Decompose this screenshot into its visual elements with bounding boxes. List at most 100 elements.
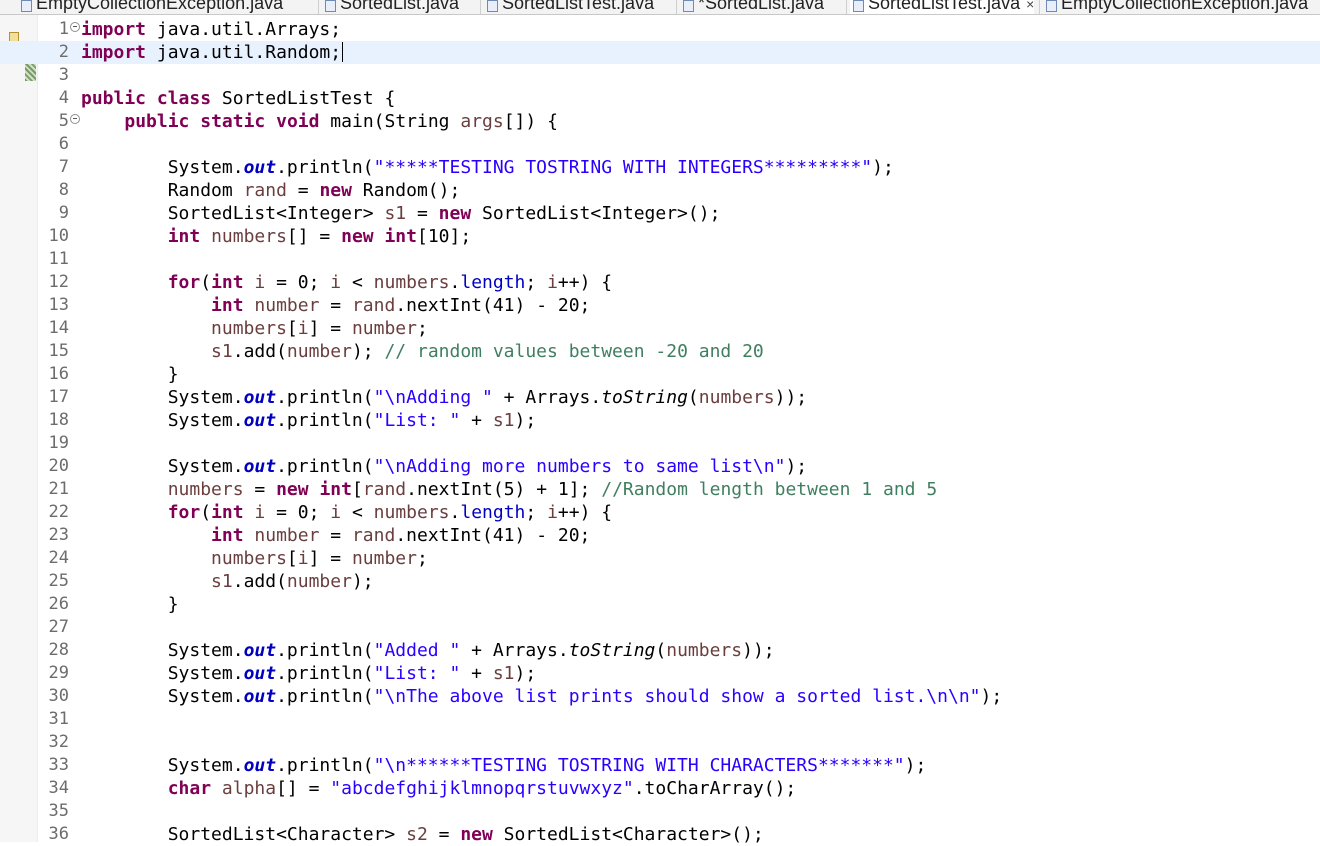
code-token: = <box>286 180 320 201</box>
code-line[interactable]: 1 import java.util.Arrays; <box>0 18 1320 41</box>
tab-emptycollectionexception-java[interactable]: EmptyCollectionException.java <box>18 0 283 14</box>
java-file-icon <box>487 0 498 12</box>
code-line[interactable]: 20 System.out.println("\nAdding more num… <box>0 455 1320 478</box>
editor-tab-bar: EmptyCollectionException.java SortedList.… <box>0 0 1320 15</box>
code-line[interactable]: 27 <box>0 616 1320 639</box>
code-line[interactable]: 24 numbers[i] = number; <box>0 547 1320 570</box>
code-line[interactable]: 18 System.out.println("List: " + s1); <box>0 409 1320 432</box>
code-token: ( <box>200 272 212 293</box>
code-text: numbers = new int[rand.nextInt(5) + 1]; … <box>81 478 937 501</box>
code-token: number <box>351 318 417 339</box>
tab-sortedlisttest-java[interactable]: SortedListTest.java <box>484 0 654 14</box>
tab-sortedlist-java[interactable]: *SortedList.java <box>680 0 824 14</box>
line-number: 24 <box>48 548 69 568</box>
line-number: 35 <box>48 801 69 821</box>
code-line[interactable]: 29 System.out.println("List: " + s1); <box>0 662 1320 685</box>
code-line[interactable]: 36 SortedList<Character> s2 = new Sorted… <box>0 823 1320 846</box>
code-token: < <box>341 272 374 293</box>
tab-emptycollectionexception-java[interactable]: EmptyCollectionException.java <box>1043 0 1308 14</box>
code-token: s1 <box>384 203 407 224</box>
code-token: "*****TESTING TOSTRING WITH INTEGERS****… <box>373 157 873 178</box>
code-token: for <box>167 502 201 523</box>
code-token: "List: " <box>373 663 461 684</box>
code-token: .println( <box>276 686 374 707</box>
line-number: 1 <box>58 19 69 39</box>
code-token: ); <box>351 341 385 362</box>
fold-toggle-icon[interactable] <box>70 114 80 124</box>
tab-sortedlist-java[interactable]: SortedList.java <box>322 0 459 14</box>
code-line[interactable]: 35 <box>0 800 1320 823</box>
tab-label: *SortedList.java <box>698 0 825 13</box>
code-line[interactable]: 28 System.out.println("Added " + Arrays.… <box>0 639 1320 662</box>
code-line[interactable]: 30 System.out.println("\nThe above list … <box>0 685 1320 708</box>
tab-sortedlisttest-java[interactable]: SortedListTest.java × <box>850 0 1035 14</box>
code-line[interactable]: 4 public class SortedListTest { <box>0 87 1320 110</box>
code-line[interactable]: 13 int number = rand.nextInt(41) - 20; <box>0 294 1320 317</box>
code-line[interactable]: 23 int number = rand.nextInt(41) - 20; <box>0 524 1320 547</box>
code-line[interactable]: 2 import java.util.Random; <box>0 41 1320 64</box>
close-icon[interactable]: × <box>1026 0 1034 12</box>
code-token: System. <box>81 755 244 776</box>
code-token: System. <box>81 640 244 661</box>
code-line[interactable]: 12 for(int i = 0; i < numbers.length; i+… <box>0 271 1320 294</box>
code-token: i <box>547 502 558 523</box>
code-line[interactable]: 26 } <box>0 593 1320 616</box>
code-token: System. <box>81 686 244 707</box>
code-token: [ <box>286 318 298 339</box>
code-line[interactable]: 33 System.out.println("\n******TESTING T… <box>0 754 1320 777</box>
code-token: ); <box>980 686 1003 707</box>
code-line[interactable]: 8 Random rand = new Random(); <box>0 179 1320 202</box>
code-line[interactable]: 34 char alpha[] = "abcdefghijklmnopqrstu… <box>0 777 1320 800</box>
code-text: int number = rand.nextInt(41) - 20; <box>81 294 590 317</box>
code-token: char <box>167 778 212 799</box>
code-line[interactable]: 19 <box>0 432 1320 455</box>
code-line[interactable]: 7 System.out.println("*****TESTING TOSTR… <box>0 156 1320 179</box>
code-line[interactable]: 10 int numbers[] = new int[10]; <box>0 225 1320 248</box>
code-line[interactable]: 16 } <box>0 363 1320 386</box>
code-line[interactable]: 5 public static void main(String args[])… <box>0 110 1320 133</box>
line-number: 13 <box>48 295 69 315</box>
code-token: "\nAdding " <box>373 387 493 408</box>
java-file-icon <box>683 0 694 12</box>
code-line[interactable]: 21 numbers = new int[rand.nextInt(5) + 1… <box>0 478 1320 501</box>
code-token: i <box>297 548 309 569</box>
code-line[interactable]: 3 <box>0 64 1320 87</box>
code-line[interactable]: 11 <box>0 248 1320 271</box>
code-line[interactable]: 9 SortedList<Integer> s1 = new SortedLis… <box>0 202 1320 225</box>
code-token: new <box>319 180 352 201</box>
code-token: [ <box>351 479 363 500</box>
code-line[interactable]: 25 s1.add(number); <box>0 570 1320 593</box>
line-number: 26 <box>48 594 69 614</box>
code-token: i <box>547 272 558 293</box>
fold-toggle-icon[interactable] <box>70 22 80 32</box>
code-line[interactable]: 14 numbers[i] = number; <box>0 317 1320 340</box>
code-token: )); <box>774 387 808 408</box>
code-text: public class SortedListTest { <box>81 87 395 110</box>
line-number: 9 <box>58 203 69 223</box>
code-token: .println( <box>276 387 374 408</box>
code-token: .println( <box>276 410 374 431</box>
code-token: ( <box>687 387 699 408</box>
code-line[interactable]: 22 for(int i = 0; i < numbers.length; i+… <box>0 501 1320 524</box>
code-line[interactable]: 17 System.out.println("\nAdding " + Arra… <box>0 386 1320 409</box>
code-text: import java.util.Arrays; <box>81 18 341 41</box>
code-token: [10]; <box>416 226 472 247</box>
code-line[interactable]: 15 s1.add(number); // random values betw… <box>0 340 1320 363</box>
code-token: )); <box>742 640 775 661</box>
code-line[interactable]: 32 <box>0 731 1320 754</box>
tab-label: SortedListTest.java <box>868 0 1021 13</box>
code-token: out <box>243 410 277 431</box>
code-line[interactable]: 31 <box>0 708 1320 731</box>
code-token: java.util.Arrays; <box>146 19 342 40</box>
code-line[interactable]: 6 <box>0 133 1320 156</box>
code-token: new <box>438 203 472 224</box>
code-token: length <box>460 272 526 293</box>
code-token: "abcdefghijklmnopqrstuvwxyz" <box>330 778 634 799</box>
